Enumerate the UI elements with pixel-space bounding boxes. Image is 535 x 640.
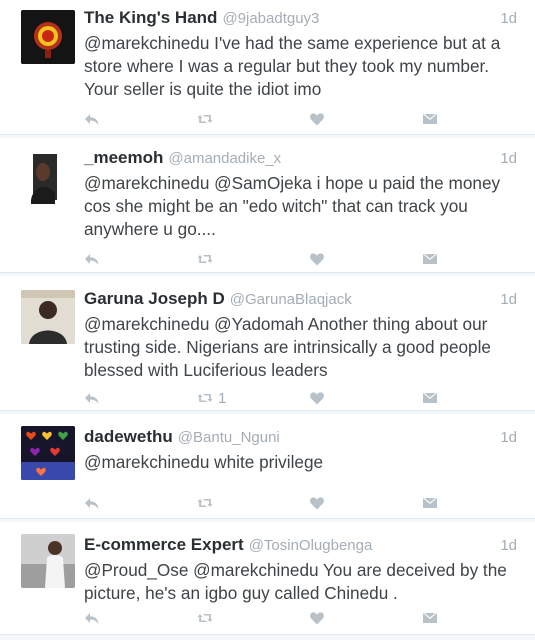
- retweet-icon: [197, 255, 213, 263]
- retweet-button[interactable]: [197, 493, 218, 513]
- tweet-text: @marekchinedu @SamOjeka i hope u paid th…: [84, 173, 501, 239]
- avatar[interactable]: [21, 290, 75, 344]
- message-icon: [423, 613, 437, 623]
- message-icon: [423, 254, 437, 264]
- tweet-author-name[interactable]: dadewethu: [84, 427, 173, 447]
- like-button[interactable]: [309, 388, 325, 408]
- message-icon: [423, 498, 437, 508]
- like-button[interactable]: [309, 608, 325, 628]
- avatar[interactable]: [21, 150, 75, 204]
- retweet-button[interactable]: [197, 109, 218, 129]
- tweet-feed: The King's Hand @9jabadtguy3 1d @marekch…: [0, 0, 535, 640]
- tweet-author-handle[interactable]: @9jabadtguy3: [222, 10, 319, 27]
- tweet-actions: [84, 249, 535, 269]
- tweet-author-name[interactable]: _meemoh: [84, 148, 163, 168]
- reply-icon: [85, 613, 99, 624]
- reply-button[interactable]: [84, 249, 100, 269]
- message-button[interactable]: [422, 388, 438, 408]
- tweet-author-name[interactable]: The King's Hand: [84, 8, 217, 28]
- tweet-text: @Proud_Ose @marekchinedu You are deceive…: [84, 560, 507, 603]
- tweet-actions: 1: [84, 388, 535, 408]
- tweet-timestamp[interactable]: 1d: [500, 10, 517, 27]
- tweet-actions: [84, 608, 535, 628]
- retweet-icon: [197, 394, 213, 402]
- retweet-button[interactable]: 1: [197, 388, 226, 408]
- tweet-item[interactable]: dadewethu @Bantu_Nguni 1d @marekchinedu …: [0, 414, 535, 519]
- avatar[interactable]: [21, 10, 75, 64]
- heart-icon: [310, 253, 324, 266]
- tweet-timestamp[interactable]: 1d: [500, 429, 517, 446]
- tweet-timestamp[interactable]: 1d: [500, 291, 517, 308]
- reply-icon: [85, 393, 99, 404]
- message-button[interactable]: [422, 249, 438, 269]
- heart-icon: [310, 113, 324, 126]
- retweet-button[interactable]: [197, 249, 218, 269]
- like-button[interactable]: [309, 493, 325, 513]
- tweet-text: @marekchinedu white privilege: [84, 452, 324, 472]
- heart-icon: [310, 497, 324, 510]
- reply-icon: [85, 254, 99, 265]
- hearts-avatar-image: [21, 426, 75, 480]
- like-button[interactable]: [309, 109, 325, 129]
- reply-button[interactable]: [84, 109, 100, 129]
- retweet-icon: [197, 499, 213, 507]
- tweet-text: @marekchinedu @Yadomah Another thing abo…: [84, 314, 491, 380]
- tweet-author-handle[interactable]: @TosinOlugbenga: [249, 537, 373, 554]
- tweet-item[interactable]: Garuna Joseph D @GarunaBlaqjack 1d @mare…: [0, 276, 535, 411]
- tweet-text: @marekchinedu I've had the same experien…: [84, 33, 501, 99]
- person-avatar-image: [21, 534, 75, 588]
- tweet-actions: [84, 109, 535, 129]
- tweet-author-handle[interactable]: @amandadike_x: [168, 150, 281, 167]
- avatar[interactable]: [21, 426, 75, 480]
- message-button[interactable]: [422, 608, 438, 628]
- retweet-icon: [197, 115, 213, 123]
- reply-button[interactable]: [84, 608, 100, 628]
- reply-icon: [85, 498, 99, 509]
- message-icon: [423, 393, 437, 403]
- tweet-author-handle[interactable]: @GarunaBlaqjack: [230, 291, 352, 308]
- retweet-button[interactable]: [197, 608, 218, 628]
- avatar[interactable]: [21, 534, 75, 588]
- like-button[interactable]: [309, 249, 325, 269]
- tweet-author-name[interactable]: E-commerce Expert: [84, 535, 244, 555]
- tweet-item[interactable]: The King's Hand @9jabadtguy3 1d @marekch…: [0, 0, 535, 135]
- reply-button[interactable]: [84, 493, 100, 513]
- heart-icon: [310, 612, 324, 625]
- reply-icon: [85, 114, 99, 125]
- tweet-actions: [84, 493, 535, 513]
- message-button[interactable]: [422, 493, 438, 513]
- tweet-timestamp[interactable]: 1d: [500, 150, 517, 167]
- photo-avatar-image: [21, 290, 75, 344]
- tweet-author-name[interactable]: Garuna Joseph D: [84, 289, 225, 309]
- retweet-icon: [197, 614, 213, 622]
- tweet-item[interactable]: E-commerce Expert @TosinOlugbenga 1d @Pr…: [0, 522, 535, 635]
- message-button[interactable]: [422, 109, 438, 129]
- crest-avatar-image: [21, 10, 75, 64]
- reply-button[interactable]: [84, 388, 100, 408]
- heart-icon: [310, 392, 324, 405]
- tweet-author-handle[interactable]: @Bantu_Nguni: [178, 429, 280, 446]
- retweet-count: 1: [218, 389, 227, 407]
- tweet-timestamp[interactable]: 1d: [500, 537, 517, 554]
- tweet-item[interactable]: _meemoh @amandadike_x 1d @marekchinedu @…: [0, 138, 535, 273]
- message-icon: [423, 114, 437, 124]
- portrait-avatar-image: [21, 150, 75, 204]
